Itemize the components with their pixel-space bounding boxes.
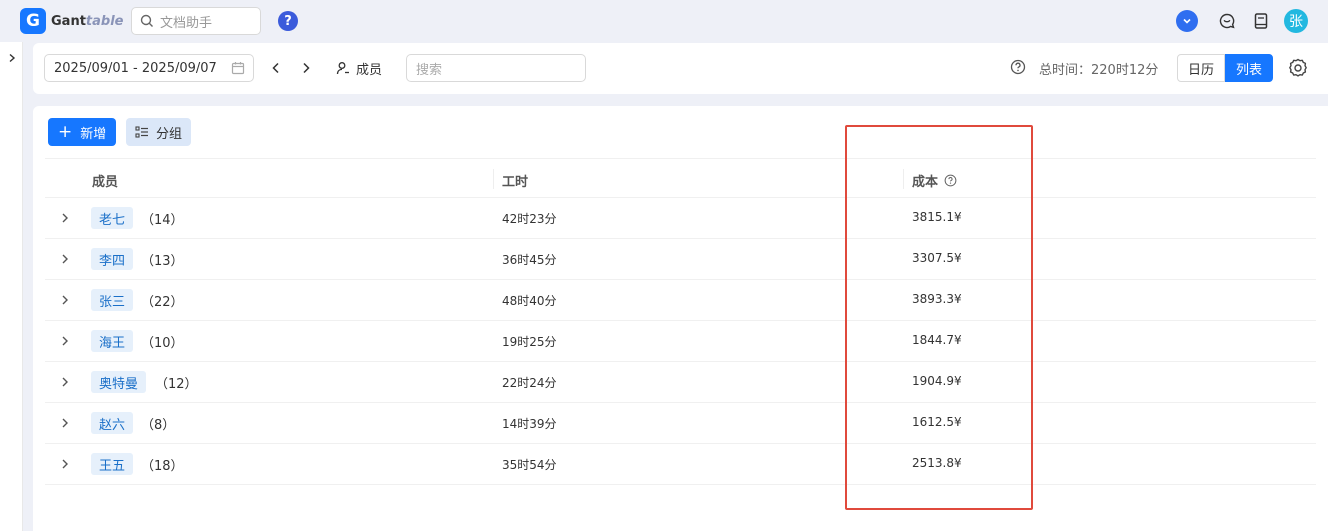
doc-assistant-placeholder: 文档助手 <box>160 15 213 31</box>
task-count: （12） <box>155 377 198 392</box>
member-tag[interactable]: 王五 <box>91 453 134 475</box>
group-button-label: 分组 <box>156 126 183 142</box>
app-name-main: Gant <box>51 13 86 29</box>
column-cost-label: 成本 <box>912 175 939 190</box>
app-logo[interactable]: G Ganttable <box>20 8 124 34</box>
chevron-right-icon <box>303 62 310 74</box>
avatar[interactable]: 张 <box>1284 9 1308 33</box>
logo-mark: G <box>20 8 46 34</box>
gear-icon[interactable] <box>1287 57 1309 83</box>
add-button[interactable]: + 新增 <box>48 118 117 146</box>
column-cost[interactable]: 成本 <box>912 171 957 190</box>
view-switcher: 日历 列表 <box>1177 54 1274 82</box>
table-row[interactable]: 奥特曼 （12） 22时24分 1904.9¥ <box>45 362 1316 403</box>
total-time: 总时间：220时12分 <box>1039 63 1159 78</box>
members-filter-label: 成员 <box>356 62 383 78</box>
next-week-button[interactable] <box>298 59 314 77</box>
chevron-down-icon[interactable] <box>1176 10 1198 32</box>
hours-cell: 35时54分 <box>502 458 557 472</box>
hours-cell: 14时39分 <box>502 417 557 431</box>
app-name: Ganttable <box>51 14 124 29</box>
table-row[interactable]: 李四 （13） 36时45分 3307.5¥ <box>45 239 1316 280</box>
chevron-right-icon[interactable] <box>59 334 71 348</box>
add-button-label: 新增 <box>80 126 107 142</box>
column-member[interactable]: 成员 <box>92 171 118 190</box>
user-icon <box>336 62 349 75</box>
main-panel: + 新增 分组 成员 工时 成本 老七 （14） 42时23分 3815.1¥ 李四 （1… <box>33 106 1328 531</box>
table-row[interactable]: 王五 （18） 35时54分 2513.8¥ <box>45 444 1316 485</box>
column-divider <box>903 169 904 189</box>
chevron-right-icon[interactable] <box>59 457 71 471</box>
task-count: （14） <box>141 213 184 228</box>
member-tag[interactable]: 老七 <box>91 207 134 229</box>
chat-icon[interactable] <box>1216 10 1238 32</box>
table-row[interactable]: 赵六 （8） 14时39分 1612.5¥ <box>45 403 1316 444</box>
left-sidebar <box>0 42 23 531</box>
cost-cell: 3815.1¥ <box>912 210 962 224</box>
members-table: 成员 工时 成本 老七 （14） 42时23分 3815.1¥ 李四 （13） 36时45分… <box>45 158 1316 485</box>
table-row[interactable]: 张三 （22） 48时40分 3893.3¥ <box>45 280 1316 321</box>
task-count: （22） <box>141 295 184 310</box>
cost-cell: 1844.7¥ <box>912 333 962 347</box>
question-icon[interactable] <box>1010 59 1026 79</box>
group-button[interactable]: 分组 <box>126 118 192 146</box>
hours-cell: 22时24分 <box>502 376 557 390</box>
help-icon[interactable]: ? <box>278 11 298 31</box>
search-input[interactable]: 搜索 <box>406 54 586 82</box>
chevron-right-icon[interactable] <box>59 416 71 430</box>
tab-calendar[interactable]: 日历 <box>1177 54 1226 82</box>
member-tag[interactable]: 张三 <box>91 289 134 311</box>
table-row[interactable]: 海王 （10） 19时25分 1844.7¥ <box>45 321 1316 362</box>
cost-cell: 3893.3¥ <box>912 292 962 306</box>
search-icon <box>140 14 153 27</box>
cost-cell: 1904.9¥ <box>912 374 962 388</box>
date-range-picker[interactable]: 2025/09/01 - 2025/09/07 <box>44 54 254 82</box>
hours-cell: 36时45分 <box>502 253 557 267</box>
chevron-right-icon[interactable] <box>59 211 71 225</box>
question-icon[interactable] <box>944 174 957 187</box>
doc-assistant-search[interactable]: 文档助手 <box>131 7 261 35</box>
tab-list[interactable]: 列表 <box>1225 54 1274 82</box>
chevron-right-icon[interactable] <box>59 375 71 389</box>
members-filter[interactable]: 成员 <box>336 57 382 79</box>
member-tag[interactable]: 海王 <box>91 330 134 352</box>
table-body: 老七 （14） 42时23分 3815.1¥ 李四 （13） 36时45分 3307.5¥ 张三… <box>45 198 1316 485</box>
task-count: （8） <box>141 418 176 433</box>
book-icon[interactable] <box>1250 10 1272 32</box>
filter-bar: 2025/09/01 - 2025/09/07 成员 搜索 总时间：220时12… <box>33 43 1328 94</box>
calendar-icon <box>231 62 245 75</box>
member-tag[interactable]: 赵六 <box>91 412 134 434</box>
hours-cell: 19时25分 <box>502 335 557 349</box>
chevron-right-icon[interactable] <box>4 50 20 66</box>
date-range-value: 2025/09/01 - 2025/09/07 <box>54 60 217 76</box>
cost-cell: 1612.5¥ <box>912 415 962 429</box>
member-tag[interactable]: 奥特曼 <box>91 371 147 393</box>
task-count: （13） <box>141 254 184 269</box>
prev-week-button[interactable] <box>268 59 284 77</box>
task-count: （18） <box>141 459 184 474</box>
table-header: 成员 工时 成本 <box>45 158 1316 198</box>
member-tag[interactable]: 李四 <box>91 248 134 270</box>
group-list-icon <box>135 126 148 138</box>
chevron-right-icon[interactable] <box>59 293 71 307</box>
table-row[interactable]: 老七 （14） 42时23分 3815.1¥ <box>45 198 1316 239</box>
cost-cell: 3307.5¥ <box>912 251 962 265</box>
app-name-accent: table <box>85 13 124 29</box>
column-divider <box>493 169 494 189</box>
task-count: （10） <box>141 336 184 351</box>
column-hours[interactable]: 工时 <box>502 171 528 190</box>
chevron-right-icon[interactable] <box>59 252 71 266</box>
top-bar: G Ganttable 文档助手 ? 张 <box>0 0 1328 42</box>
hours-cell: 48时40分 <box>502 294 557 308</box>
cost-cell: 2513.8¥ <box>912 456 962 470</box>
chevron-left-icon <box>272 62 279 74</box>
hours-cell: 42时23分 <box>502 212 557 226</box>
search-placeholder: 搜索 <box>416 62 443 78</box>
plus-icon: + <box>58 121 73 142</box>
